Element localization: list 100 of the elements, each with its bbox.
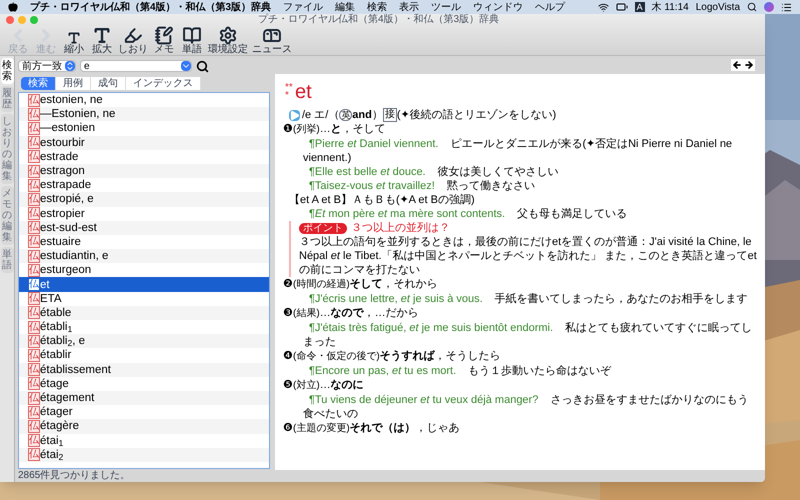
dictionary-badge: 仏 [28, 448, 40, 462]
headword-text: étagement [40, 391, 94, 406]
audio-play-icon[interactable] [289, 110, 300, 120]
headword-text: étai$_{2}$ [40, 448, 64, 462]
dictionary-badge: 仏 [28, 264, 40, 277]
dictionary-badge: 仏 [28, 136, 40, 150]
result-row[interactable]: 仏estudiantin, e [19, 249, 269, 264]
dictionary-badge: 仏 [28, 150, 40, 164]
open-book-icon [182, 26, 202, 45]
result-row[interactable]: 仏estourbir [19, 136, 269, 150]
siri-icon[interactable] [764, 2, 774, 12]
search-icon[interactable] [196, 60, 209, 72]
app-menu[interactable]: プチ・ロワイヤル仏和（第4版）・和仏（第3版）辞典 [30, 0, 272, 14]
toolbar-button[interactable]: 縮小 [62, 26, 86, 55]
dictionary-badge: 仏 [28, 392, 40, 405]
headword-text: estragon [40, 164, 85, 178]
dictionary-badge: 仏 [28, 122, 40, 135]
sense-meaning: …と，そして [320, 123, 386, 135]
toolbar-button[interactable]: ニュース [252, 26, 292, 55]
previous-entry-button[interactable] [731, 59, 743, 71]
sense-label: (結果) [293, 308, 320, 319]
result-row[interactable]: 仏étable [19, 306, 269, 320]
headword-text: estuaire [40, 234, 81, 249]
search-tab[interactable]: 成句 [91, 77, 126, 90]
headword-text: établissement [40, 362, 111, 377]
dictionary-badge: 仏 [28, 108, 40, 121]
side-tab[interactable]: しおりの編集 [0, 114, 14, 184]
input-source[interactable]: A [634, 2, 645, 12]
sense-label: (命令・仮定の後で) [293, 351, 380, 362]
pronunciation: /e エ/（ [302, 108, 340, 122]
result-row[interactable]: 仏et [19, 277, 269, 292]
close-button[interactable] [6, 16, 14, 24]
example-sentence: ¶Et mon père et ma mère sont contents. 父も母も満足している [308, 207, 628, 221]
side-tab[interactable]: 履歴 [0, 86, 14, 112]
menu-item[interactable]: 編集 [335, 0, 356, 14]
result-row[interactable]: 仏estragon [19, 164, 269, 178]
result-row[interactable]: 仏étager [19, 405, 269, 420]
importance-stars: *** [285, 84, 294, 100]
result-row[interactable]: 仏ETA [19, 292, 269, 306]
sense-meaning: それで（は），じゃあ [350, 422, 460, 434]
part-of-speech: 接 [382, 108, 397, 122]
result-row[interactable]: 仏est-sud-est [19, 220, 269, 235]
result-row[interactable]: 仏estrapade [19, 178, 269, 192]
side-tab[interactable]: 単語 [0, 247, 14, 273]
status-text: 2865件見つかりました。 [18, 469, 132, 482]
headword-text: estropier [40, 206, 85, 221]
menu-item[interactable]: ウィンドウ [473, 0, 524, 14]
dictionary-badge: 仏 [28, 320, 40, 334]
match-mode-select[interactable]: 前方一致 [18, 60, 76, 72]
headword-text: ETA [40, 292, 62, 306]
search-tab[interactable]: 用例 [56, 77, 91, 90]
dictionary-badge: 仏 [28, 434, 40, 448]
headword-text: établi$_{2}$, e [40, 334, 86, 348]
toolbar-button[interactable]: 単語 [180, 26, 204, 55]
menu-item[interactable]: 表示 [399, 0, 420, 14]
result-row[interactable]: 仏estropier [19, 206, 269, 221]
english-equivalent: and [352, 108, 372, 122]
apple-icon[interactable] [8, 2, 18, 12]
notebook-pen-icon [154, 26, 174, 45]
sense-number: ❸ [283, 307, 293, 319]
search-icon[interactable] [747, 2, 757, 12]
toolbar-button[interactable]: しおり [118, 26, 148, 55]
wifi-icon[interactable] [598, 2, 609, 12]
result-row[interactable]: 仏étai$_{1}$ [19, 434, 269, 448]
search-tab[interactable]: インデックス [126, 77, 201, 90]
next-entry-button[interactable] [743, 59, 755, 71]
search-field[interactable]: e [80, 60, 192, 72]
result-row[interactable]: 仏établi$_{2}$, e [19, 334, 269, 348]
side-tab[interactable]: メモの編集 [0, 186, 14, 245]
toolbar-button[interactable]: メモ [152, 26, 176, 55]
language-mark: 英 [339, 109, 352, 121]
menu-item[interactable]: 検索 [367, 0, 388, 14]
menu-item[interactable]: ツール [431, 0, 462, 14]
result-row[interactable]: 仏estropié, e [19, 192, 269, 206]
user-menu[interactable]: LogoVista [696, 0, 740, 14]
result-row[interactable]: 仏établissement [19, 362, 269, 377]
result-row[interactable]: 仏étai$_{2}$ [19, 448, 269, 462]
menu-item[interactable]: ヘルプ [535, 0, 566, 14]
entry-headword: et [295, 82, 312, 102]
search-tab[interactable]: 検索 [21, 77, 56, 90]
dictionary-badge: 仏 [28, 178, 40, 192]
sense-number: ❺ [283, 379, 293, 391]
dictionary-badge: 仏 [28, 377, 40, 390]
menu-clock[interactable]: 木 11:14 [652, 0, 689, 14]
sense-number: ❹ [283, 350, 293, 362]
side-tab[interactable]: 検索 [0, 58, 14, 84]
headword-text: —Estonien, ne [40, 107, 116, 122]
notification-list-icon[interactable] [781, 2, 792, 12]
headword-text: étagère [40, 419, 80, 434]
battery-icon[interactable] [616, 1, 628, 13]
point-text: ３つ以上の語句を並列するときは，最後の前にだけetを置くのが普通：J'ai visité la Chine, le Népal et le Tibet.「私は中国とネパールとチベットを訪れた」 また，このとき英語と違ってetの前にコンマを打たない [299, 235, 757, 277]
result-row[interactable]: 仏esturgeon [19, 263, 269, 278]
toolbar-button[interactable]: 拡大 [90, 26, 114, 55]
toolbar-button[interactable]: 環境設定 [208, 26, 248, 55]
result-row[interactable]: 仏étagère [19, 419, 269, 434]
result-row[interactable]: 仏étagement [19, 390, 269, 406]
example-sentence: ¶Tu viens de déjeuner et tu veux déjà manger? さっきお昼をすませたばかりなのにもう食べたいの [302, 393, 750, 421]
menu-item[interactable]: ファイル [283, 0, 324, 14]
headword-text: établir [40, 348, 72, 362]
result-row[interactable]: 仏—Estonien, ne [19, 107, 269, 122]
